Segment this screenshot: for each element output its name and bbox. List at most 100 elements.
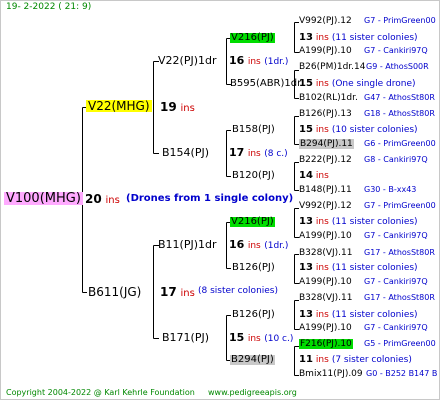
gen1-bottom-name: B611(JG) [88,285,142,299]
root-name: V100(MHG) [4,191,83,206]
gen2-d-ins: ins [247,334,261,344]
root-ins: ins [105,195,120,206]
gen2-d-count-group: 15 ins (10 c.) [229,332,293,344]
gen4-count: 13 [299,309,313,320]
gen4-count-row: 14 ins [299,171,332,181]
root-note: (Drones from 1 single colony) [126,193,294,204]
gen3-d2: B294(PJ) [230,354,275,365]
gen4-ins: ins [315,171,329,181]
gen4-queen-row: A199(PJ).10 G7 - Cankiri97Q [299,323,428,333]
gen4-ins: ins [315,217,329,227]
gen4-ins: ins [315,263,329,273]
gen4-ins: ins [315,355,329,365]
gen4-queen-code: G7 - PrimGreen00 [364,201,436,210]
gen2-b-ins: ins [247,149,261,159]
gen1-bottom-ins: ins [180,288,195,299]
gen4-note: (11 sister colonies) [331,263,418,273]
gen4-queen-name: B102(RL)1dr. [299,93,358,103]
gen1-bottom-count-group: 17 ins [160,286,195,299]
gen2-a-ins: ins [247,57,261,67]
gen4-queen-name: B328(VJ).11 [299,248,353,258]
gen4-queen-name: A199(PJ).10 [299,46,352,56]
gen3-b1: B158(PJ) [232,124,275,135]
gen4-count-row: 13 ins (11 sister colonies) [299,217,418,227]
gen4-count-row: 13 ins (11 sister colonies) [299,310,418,320]
gen4-queen-name: B26(PM)1dr.14 [299,62,366,72]
gen4-queen-code: G7 - Cankiri97Q [364,231,428,240]
gen4-count-row: 13 ins (11 sister colonies) [299,263,418,273]
gen4-queen-row: B148(PJ).11 G30 - B-xx43 [299,185,416,195]
gen4-note: (10 sister colonies) [331,125,418,135]
root-count-group: 20 ins [85,193,120,206]
gen4-ins: ins [315,310,329,320]
gen4-queen-code: G17 - AthosSt80R [364,293,435,302]
gen4-queen-row: B126(PJ).13 G18 - AthosSt80R [299,110,435,119]
gen4-queen-code: G9 - AthosS00R [366,62,429,71]
gen4-count-row: 11 ins (7 sister colonies) [299,355,412,365]
gen1-top-count-group: 19 ins [160,101,195,114]
gen4-count: 15 [299,78,313,89]
gen4-queen-code: G0 - B252 B147 B [366,369,438,378]
gen4-queen-code: G30 - B-xx43 [364,185,417,194]
gen4-queen-name: A199(PJ).10 [299,323,352,333]
gen4-count: 14 [299,170,313,181]
gen4-queen-name: A199(PJ).10 [299,231,352,241]
gen4-queen-code: G17 - AthosSt80R [364,248,435,257]
gen2-c-ins: ins [247,241,261,251]
gen4-queen-name: A199(PJ).10 [299,277,352,287]
gen4-queen-row: Bmix11(PJ).09 G0 - B252 B147 B [299,369,437,379]
gen4-queen-name: F216(PJ).10 [299,339,353,349]
gen4-queen-code: G6 - PrimGreen00 [364,139,436,148]
gen4-count: 13 [299,32,313,43]
gen4-note: (7 sister colonies) [331,355,412,365]
gen4-queen-name: V992(PJ).12 [299,16,352,26]
gen2-b-count: 17 [229,146,245,159]
gen4-queen-name: V992(PJ).12 [299,201,352,211]
gen2-d-name: B171(PJ) [162,331,210,344]
gen4-queen-code: G7 - Cankiri97Q [364,323,428,332]
gen1-bottom-note: (8 sister colonies) [198,286,279,296]
gen1-top-count: 19 [160,100,177,114]
gen4-count-row: 15 ins (10 sister colonies) [299,125,418,135]
gen4-queen-code: G7 - Cankiri97Q [364,277,428,286]
gen4-queen-row: V992(PJ).12 G7 - PrimGreen00 [299,16,436,26]
gen4-ins: ins [315,33,329,43]
gen2-a-count: 16 [229,54,245,67]
footer-site: www.pedigreeapis.org [208,388,297,397]
gen2-b-note: (8 c.) [264,149,288,159]
gen4-note: (11 sister colonies) [331,33,418,43]
gen4-queen-name: Bmix11(PJ).09 [299,369,363,379]
gen4-queen-name: B294(PJ).11 [299,139,354,149]
gen2-c-note: (1dr.) [264,241,289,251]
pedigree-page: { "header": { "date": "19- 2-2022 ( 21: … [0,0,440,400]
gen4-ins: ins [315,79,329,89]
gen4-count-row: 13 ins (11 sister colonies) [299,33,418,43]
gen4-count: 11 [299,354,313,365]
gen3-a2: B595(ABR)1dr [230,78,302,89]
gen4-queen-code: G7 - PrimGreen00 [364,16,436,25]
gen3-d1: B126(PJ) [232,309,275,320]
gen4-queen-code: G8 - Cankiri97Q [364,155,428,164]
gen2-c-count: 16 [229,238,245,251]
gen4-note: (One single drone) [331,79,416,89]
gen2-a-count-group: 16 ins (1dr.) [229,55,288,67]
gen4-queen-row: A199(PJ).10 G7 - Cankiri97Q [299,231,428,241]
gen4-queen-code: G5 - PrimGreen00 [364,339,436,348]
gen4-count: 13 [299,216,313,227]
gen4-ins: ins [315,125,329,135]
gen4-queen-name: B222(PJ).12 [299,155,352,165]
gen4-count: 13 [299,262,313,273]
gen1-bottom-count: 17 [160,285,177,299]
gen2-d-count: 15 [229,331,245,344]
gen4-queen-row: A199(PJ).10 G7 - Cankiri97Q [299,46,428,56]
gen4-queen-name: B148(PJ).11 [299,185,352,195]
gen4-count-row: 15 ins (One single drone) [299,79,416,89]
gen2-d-note: (10 c.) [264,334,294,344]
gen4-queen-row: B102(RL)1dr. G47 - AthosSt80R [299,93,435,103]
gen4-queen-row: A199(PJ).10 G7 - Cankiri97Q [299,277,428,287]
gen2-a-note: (1dr.) [264,57,289,67]
gen1-top-ins: ins [180,103,195,114]
gen4-queen-row: F216(PJ).10 G5 - PrimGreen00 [299,339,436,349]
gen4-queen-row: B328(VJ).11 G17 - AthosSt80R [299,248,435,258]
gen4-queen-row: B222(PJ).12 G8 - Cankiri97Q [299,155,428,165]
